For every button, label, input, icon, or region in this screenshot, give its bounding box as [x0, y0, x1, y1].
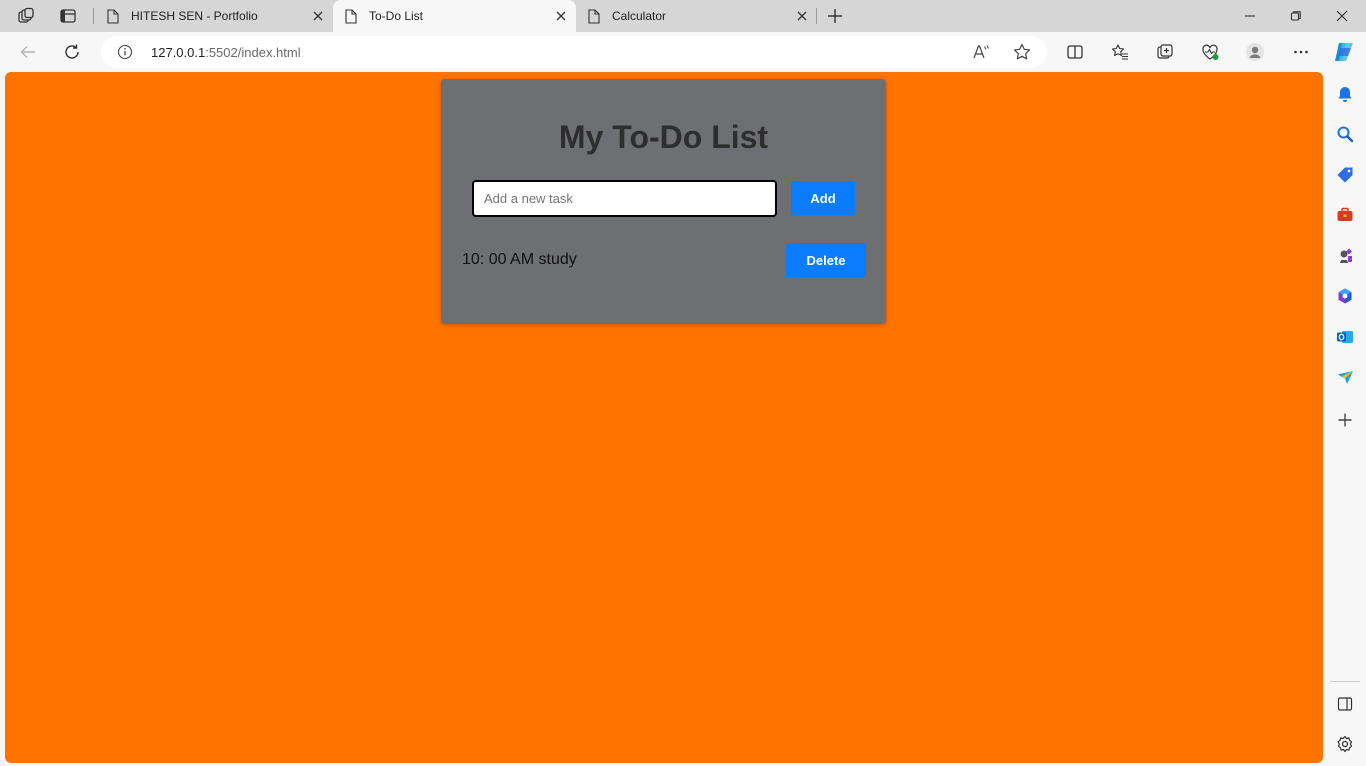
close-icon[interactable] [795, 9, 809, 23]
notifications-icon[interactable] [1333, 82, 1357, 106]
page-title: My To-Do List [558, 119, 769, 155]
browser-toolbar: 127.0.0.1:5502/index.html [0, 32, 1366, 72]
close-icon[interactable] [554, 9, 568, 23]
outlook-icon[interactable] [1333, 325, 1357, 349]
search-icon[interactable] [1333, 122, 1357, 146]
page-icon [107, 8, 119, 24]
edge-sidebar [1324, 72, 1366, 766]
url-text[interactable]: 127.0.0.1:5502/index.html [151, 45, 301, 60]
new-task-input[interactable] [472, 180, 777, 217]
minimize-icon[interactable] [1227, 0, 1273, 32]
games-icon[interactable] [1333, 244, 1357, 268]
settings-icon[interactable] [1333, 732, 1357, 756]
collections-icon[interactable] [1151, 38, 1179, 66]
window-close-icon[interactable] [1319, 0, 1365, 32]
close-icon[interactable] [311, 9, 325, 23]
tab-calculator[interactable]: Calculator [576, 0, 817, 32]
tab-todo-list[interactable]: To-Do List [333, 0, 576, 32]
tab-actions-icon[interactable] [55, 4, 81, 28]
tools-icon[interactable] [1333, 203, 1357, 227]
tab-separator [816, 8, 817, 24]
workspaces-icon[interactable] [13, 4, 39, 28]
tab-portfolio[interactable]: HITESH SEN - Portfolio [95, 0, 333, 32]
new-tab-icon[interactable] [822, 4, 848, 28]
back-icon[interactable] [14, 38, 42, 66]
tab-title: HITESH SEN - Portfolio [131, 9, 258, 23]
refresh-icon[interactable] [58, 38, 86, 66]
page-icon [588, 8, 600, 24]
copilot-icon[interactable] [1330, 38, 1358, 66]
browser-essentials-icon[interactable] [1196, 38, 1224, 66]
microsoft365-icon[interactable] [1333, 284, 1357, 308]
page-viewport: My To-Do List Add 10: 00 AM study Delete [5, 72, 1323, 763]
sidebar-divider [1330, 681, 1360, 682]
more-menu-icon[interactable] [1287, 38, 1315, 66]
shopping-icon[interactable] [1333, 163, 1357, 187]
favorite-star-icon[interactable] [1008, 38, 1036, 66]
url-host: 127.0.0.1 [151, 45, 206, 60]
tab-title: To-Do List [369, 9, 424, 23]
split-screen-icon[interactable] [1061, 38, 1089, 66]
add-task-button[interactable]: Add [791, 181, 855, 215]
page-icon [345, 8, 357, 24]
tab-separator [93, 8, 94, 24]
profile-icon[interactable] [1241, 38, 1269, 66]
tab-strip: HITESH SEN - Portfolio To-Do List Calcul… [0, 0, 1366, 32]
address-bar[interactable]: 127.0.0.1:5502/index.html [101, 36, 1047, 68]
tab-title: Calculator [612, 9, 667, 23]
send-icon[interactable] [1333, 365, 1357, 389]
url-path: :5502/index.html [205, 45, 301, 60]
restore-icon[interactable] [1273, 0, 1319, 32]
todo-card: My To-Do List Add 10: 00 AM study Delete [441, 79, 886, 324]
delete-task-button[interactable]: Delete [786, 243, 866, 277]
site-info-icon[interactable] [117, 44, 133, 60]
read-aloud-icon[interactable] [967, 38, 995, 66]
add-icon[interactable] [1333, 408, 1357, 432]
task-text: 10: 00 AM study [462, 251, 577, 268]
favorites-icon[interactable] [1106, 38, 1134, 66]
hide-sidebar-icon[interactable] [1333, 692, 1357, 716]
